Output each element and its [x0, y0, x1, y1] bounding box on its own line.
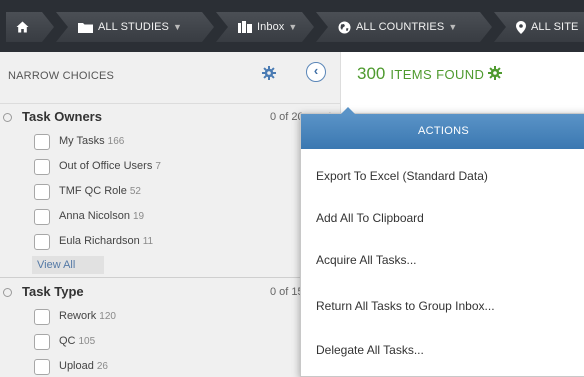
- breadcrumb-bar: ALL STUDIES ▼ Inbox ▼ ALL COUNTRIES ▼ ALL S…: [0, 0, 584, 52]
- filter-option-count: 120: [99, 311, 116, 322]
- home-icon: [16, 21, 29, 33]
- menu-item-return-to-group-inbox[interactable]: Return All Tasks to Group Inbox...: [301, 286, 584, 326]
- breadcrumb-all-studies[interactable]: ALL STUDIES ▼: [56, 12, 214, 42]
- checkbox[interactable]: [34, 209, 50, 225]
- filter-option[interactable]: Upload 26: [34, 358, 294, 377]
- filter-sidebar: NARROW CHOICES ‹ Task Owners 0 of 20 ▲ M…: [0, 52, 340, 377]
- breadcrumb-label: Inbox: [257, 21, 285, 34]
- menu-item-export-excel[interactable]: Export To Excel (Standard Data): [301, 156, 584, 196]
- filter-option[interactable]: Eula Richardson 11: [34, 233, 294, 253]
- filter-option[interactable]: Rework 120: [34, 308, 294, 328]
- items-found-heading: 300 ITEMS FOUND: [357, 64, 503, 84]
- filter-group-task-type[interactable]: Task Type 0 of 15: [0, 283, 340, 303]
- chevron-down-icon: ▼: [288, 22, 298, 33]
- divider: [0, 277, 340, 278]
- breadcrumb-all-countries[interactable]: ALL COUNTRIES ▼: [316, 12, 492, 42]
- filter-option-count: 26: [96, 361, 108, 372]
- sidebar-header: NARROW CHOICES ‹: [0, 52, 340, 104]
- checkbox[interactable]: [34, 359, 50, 375]
- breadcrumb-all-sites[interactable]: ALL SITE: [494, 12, 584, 42]
- collapse-sidebar-button[interactable]: ‹: [306, 62, 326, 82]
- filter-group-count: 0 of 15: [270, 286, 304, 298]
- view-all-link[interactable]: View All: [32, 256, 104, 274]
- filter-option-count: 105: [78, 336, 96, 347]
- breadcrumb-label: ALL SITE: [531, 21, 579, 34]
- filter-option-count: 19: [132, 211, 145, 222]
- filter-option-label: My Tasks: [59, 135, 105, 147]
- checkbox[interactable]: [34, 159, 50, 175]
- filter-option-label: Anna Nicolson: [59, 210, 130, 222]
- expand-toggle-icon: [3, 113, 12, 122]
- filter-option-count: 166: [107, 136, 125, 147]
- checkbox[interactable]: [34, 184, 50, 200]
- filter-option-count: 11: [142, 236, 154, 247]
- items-count: 300: [357, 64, 386, 83]
- globe-icon: [338, 21, 351, 34]
- breadcrumb-label: ALL COUNTRIES: [356, 21, 445, 34]
- items-found-label: ITEMS FOUND: [390, 67, 485, 82]
- chevron-down-icon: ▼: [173, 22, 182, 33]
- filter-group-count: 0 of 20: [270, 111, 304, 123]
- filter-option-label: Upload: [59, 360, 94, 372]
- menu-item-add-to-clipboard[interactable]: Add All To Clipboard: [301, 198, 584, 238]
- folder-icon: [78, 22, 93, 33]
- filter-option-label: Rework: [59, 310, 97, 322]
- chevron-left-icon: ‹: [313, 63, 319, 78]
- filter-option[interactable]: TMF QC Role 52: [34, 183, 294, 203]
- filter-option-label: Eula Richardson: [59, 235, 140, 247]
- menu-pointer: [341, 107, 355, 114]
- actions-menu: ACTIONS Export To Excel (Standard Data) …: [300, 107, 584, 377]
- checkbox[interactable]: [34, 309, 50, 325]
- gear-icon[interactable]: [262, 66, 276, 80]
- filter-option-count: 7: [155, 161, 161, 172]
- filter-option[interactable]: QC 105: [34, 333, 294, 353]
- chevron-down-icon: ▼: [448, 22, 458, 33]
- breadcrumb-home[interactable]: [6, 12, 54, 42]
- filter-group-task-owners[interactable]: Task Owners 0 of 20 ▲: [0, 108, 340, 128]
- filter-option[interactable]: My Tasks 166: [34, 133, 294, 153]
- filter-option[interactable]: Anna Nicolson 19: [34, 208, 294, 228]
- menu-item-acquire-all[interactable]: Acquire All Tasks...: [301, 240, 584, 280]
- map-pin-icon: [516, 21, 526, 34]
- filter-option[interactable]: Out of Office Users 7: [34, 158, 294, 178]
- filter-group-title: Task Owners: [22, 109, 102, 124]
- inbox-icon: [238, 21, 252, 33]
- checkbox[interactable]: [34, 134, 50, 150]
- filter-option-count: 52: [129, 186, 141, 197]
- checkbox[interactable]: [34, 234, 50, 250]
- filter-option-label: Out of Office Users: [59, 160, 153, 172]
- breadcrumb-inbox[interactable]: Inbox ▼: [216, 12, 314, 42]
- sidebar-title: NARROW CHOICES: [8, 70, 115, 82]
- breadcrumb: ALL STUDIES ▼ Inbox ▼ ALL COUNTRIES ▼ ALL S…: [0, 12, 584, 42]
- filter-option-label: QC: [59, 335, 76, 347]
- gear-icon[interactable]: [488, 66, 503, 80]
- expand-toggle-icon: [3, 288, 12, 297]
- filter-option-label: TMF QC Role: [59, 185, 127, 197]
- checkbox[interactable]: [34, 334, 50, 350]
- filter-group-title: Task Type: [22, 284, 84, 299]
- menu-item-delegate-all[interactable]: Delegate All Tasks...: [301, 330, 584, 370]
- actions-menu-header: ACTIONS: [301, 114, 584, 149]
- breadcrumb-label: ALL STUDIES: [98, 21, 169, 34]
